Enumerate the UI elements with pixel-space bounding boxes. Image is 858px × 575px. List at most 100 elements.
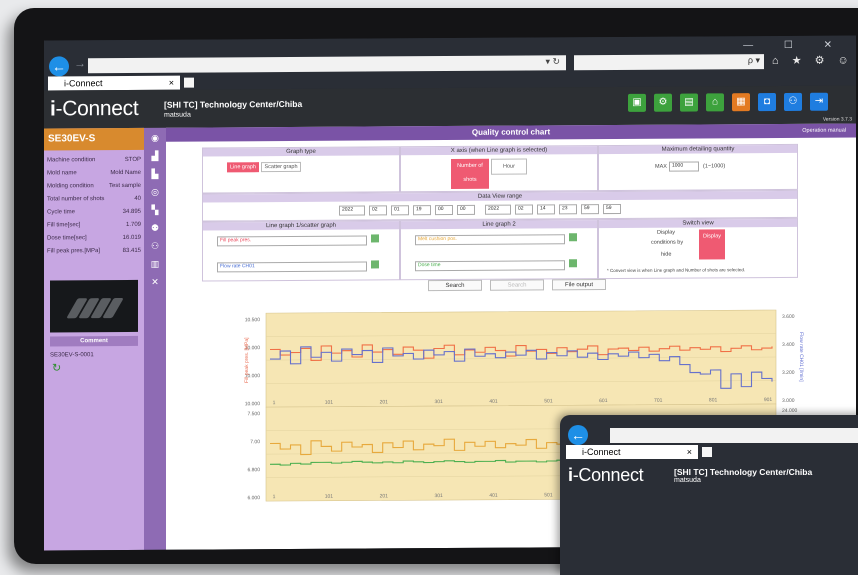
back-button[interactable]: ←	[568, 425, 588, 445]
browser-chrome: — ☐ ✕ ← → ▾ ↻ ρ ▾ ⌂ ★ ⚙ ☺ i-Connect ×	[44, 35, 856, 91]
machine-panel: SE30EV-S Machine condition STOP Mold name M…	[44, 127, 144, 551]
app-logo: i-Connect	[50, 96, 139, 121]
user-manage-icon[interactable]: ⚉	[148, 221, 163, 236]
y-axis-label: Fill peak pres. [MPa]	[244, 337, 250, 383]
tab-close-icon[interactable]: ×	[169, 76, 174, 90]
info-value: 40	[134, 195, 141, 202]
info-label: Machine condition	[47, 156, 96, 163]
mold-photo	[50, 279, 138, 333]
y2-tick-label: 24.000	[782, 408, 798, 414]
info-value: Test sample	[108, 182, 141, 189]
info-label: Cycle time	[47, 208, 76, 215]
site-name: [SHI TC] Technology Center/Chiba	[674, 467, 813, 477]
info-label: Molding condition	[47, 182, 94, 189]
user-name: matsuda	[164, 111, 191, 119]
gear-icon[interactable]: ⚙	[654, 93, 672, 112]
logout-icon[interactable]: ⇥	[810, 92, 828, 111]
search-chart-icon[interactable]: ◎	[148, 185, 163, 200]
info-row: Fill time[sec] 1.709	[47, 218, 141, 232]
robot-icon[interactable]: ▚	[148, 203, 163, 218]
x-tick-label: 201	[380, 399, 389, 405]
y2-tick-label: 3.400	[782, 342, 795, 348]
info-row: Cycle time 34.895	[47, 205, 141, 219]
x-tick-label: 201	[380, 493, 389, 499]
x-tick-label: 301	[434, 493, 443, 499]
x-tick-label: 301	[434, 399, 443, 405]
x-tick-label: 601	[599, 398, 608, 404]
back-button[interactable]: ←	[49, 56, 69, 77]
browser-tab[interactable]: i-Connect ×	[48, 75, 180, 91]
user-switch-icon[interactable]: ⚇	[784, 92, 802, 111]
address-bar[interactable]: ▾ ↻	[88, 55, 566, 74]
user-name: matsuda	[674, 477, 701, 484]
info-row: Mold name Mold Name	[47, 166, 141, 180]
x-tick-label: 801	[709, 397, 718, 403]
quality-chart-icon[interactable]: ▙	[148, 167, 163, 182]
chart-icon[interactable]: ▦	[732, 93, 750, 112]
x-tick-label: 901	[764, 397, 773, 403]
x-tick-label: 401	[489, 493, 498, 499]
y-tick-label: 6.800	[247, 467, 260, 473]
info-label: Mold name	[47, 169, 77, 176]
refresh-cycle-icon[interactable]: ↻	[52, 361, 144, 374]
app-logo: i-Connect	[568, 465, 644, 485]
machine-info: Machine condition STOP Mold name Mold Name M…	[44, 150, 144, 261]
trend-icon[interactable]: ▟	[148, 149, 163, 164]
eye-icon[interactable]: ◉	[148, 131, 163, 146]
new-tab-button[interactable]	[702, 447, 712, 457]
nav-rail: ◉ ▟ ▙ ◎ ▚ ⚉ ⚇ ▥ ✕	[144, 127, 166, 550]
y2-tick-label: 3.200	[782, 370, 795, 376]
x-tick-label: 701	[654, 398, 663, 404]
browser-search-input[interactable]: ρ ▾	[574, 54, 764, 71]
search-icon: ρ ▾	[747, 55, 760, 66]
info-value: 1.709	[125, 221, 141, 228]
y-tick-label: 7.00	[250, 439, 260, 445]
browser-tab[interactable]: i-Connect ×	[566, 445, 698, 459]
tab-label: i-Connect	[64, 78, 103, 89]
machine-model: SE30EV-S	[44, 127, 144, 151]
info-label: Fill peak pres.[MPa]	[47, 247, 101, 254]
y-tick-label: 7.500	[247, 411, 260, 417]
machine-icon[interactable]: ▥	[148, 257, 163, 272]
x-tick-label: 1	[273, 494, 276, 500]
site-name: [SHI TC] Technology Center/Chiba	[164, 98, 303, 110]
y-tick-label: 6.000	[247, 495, 260, 501]
info-row: Dose time[sec] 16.019	[47, 231, 141, 245]
app-toolbar: ▣ ⚙ ▤ ⌂ ▦ ◘ ⚇ ⇥	[628, 92, 828, 112]
refresh-icon[interactable]: ▾ ↻	[545, 56, 560, 67]
info-value: Mold Name	[110, 169, 141, 176]
lock-icon[interactable]: ⌂	[706, 93, 724, 112]
comment-value: SE30EV-S-0001	[50, 352, 94, 359]
info-row: Machine condition STOP	[47, 153, 141, 167]
window-icon[interactable]: ◘	[758, 93, 776, 112]
new-tab-button[interactable]	[184, 77, 194, 88]
y2-tick-label: 3.600	[782, 314, 795, 320]
info-value: 34.895	[122, 208, 141, 215]
x-tick-label: 101	[325, 400, 334, 406]
user-settings-icon[interactable]: ⚇	[148, 239, 163, 254]
forward-button[interactable]: →	[74, 56, 86, 70]
y2-tick-label: 3.000	[782, 398, 795, 404]
y-tick-label: 10.500	[245, 317, 261, 323]
monitor-icon[interactable]: ▣	[628, 93, 646, 112]
comment-header: Comment	[50, 335, 138, 347]
x-tick-label: 401	[489, 399, 498, 405]
document-icon[interactable]: ▤	[680, 93, 698, 112]
info-row: Fill peak pres.[MPa] 83.415	[47, 244, 141, 258]
tools-icon[interactable]: ✕	[148, 275, 163, 290]
address-bar[interactable]	[610, 428, 858, 443]
window-controls[interactable]: — ☐ ✕	[743, 40, 846, 52]
info-label: Total number of shots	[47, 195, 105, 202]
info-value: STOP	[124, 156, 141, 163]
second-tablet: ← i-Connect × i-Connect [SHI TC] Technolo…	[560, 415, 858, 575]
info-label: Dose time[sec]	[47, 234, 87, 241]
browser-toolbar-icons[interactable]: ⌂ ★ ⚙ ☺	[772, 54, 854, 67]
x-tick-label: 501	[544, 398, 553, 404]
info-row: Total number of shots 40	[47, 192, 141, 206]
version-label: Version 3.7.3	[822, 116, 852, 123]
info-value: 16.019	[122, 234, 141, 241]
x-tick-label: 101	[325, 494, 334, 500]
info-value: 83.415	[122, 247, 141, 254]
x-tick-label: 1	[273, 400, 276, 406]
info-row: Molding condition Test sample	[47, 179, 141, 193]
